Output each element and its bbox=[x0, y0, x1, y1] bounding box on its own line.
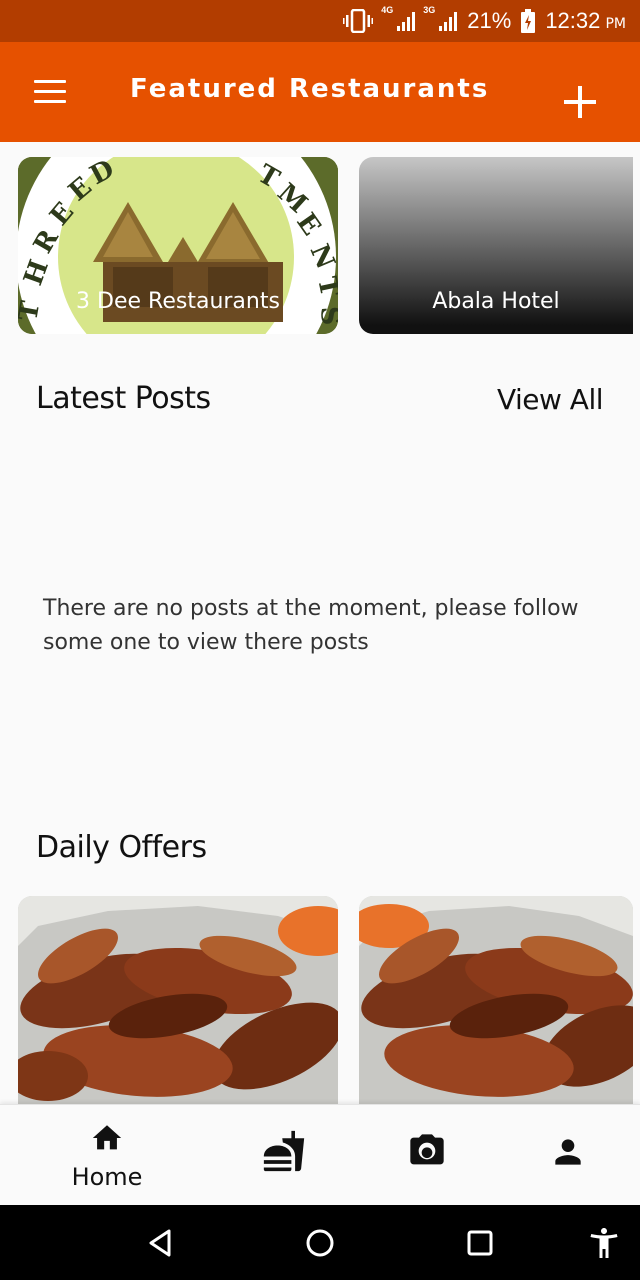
nav-camera[interactable] bbox=[347, 1105, 507, 1206]
accessibility-icon[interactable] bbox=[586, 1223, 622, 1263]
back-icon[interactable] bbox=[145, 1223, 175, 1263]
offer-card[interactable] bbox=[18, 896, 338, 1104]
battery-charging-icon bbox=[521, 9, 536, 33]
home-icon bbox=[92, 1125, 122, 1150]
person-icon bbox=[555, 1139, 581, 1165]
signal-3g-icon: 3G bbox=[423, 5, 458, 31]
recents-icon[interactable] bbox=[464, 1223, 496, 1263]
restaurant-name: Abala Hotel bbox=[432, 289, 560, 314]
nav-home[interactable]: Home bbox=[27, 1105, 187, 1206]
view-all-link[interactable]: View All bbox=[497, 383, 604, 416]
latest-posts-heading: Latest Posts bbox=[36, 381, 211, 416]
restaurant-card-abala[interactable]: Abala Hotel bbox=[359, 157, 633, 334]
signal-4g-icon: 4G bbox=[381, 5, 416, 31]
hamburger-menu-icon[interactable] bbox=[34, 80, 66, 104]
restaurant-card-3-dee[interactable]: T H R E E D T M E N T S 3 Dee Restaurant… bbox=[18, 157, 338, 334]
camera-icon bbox=[410, 1134, 444, 1165]
page-title: Featured Restaurants bbox=[130, 74, 490, 104]
restaurant-name: 3 Dee Restaurants bbox=[76, 289, 280, 314]
offer-card[interactable] bbox=[359, 896, 633, 1104]
bottom-navigation: Home bbox=[0, 1104, 640, 1205]
app-bar: Featured Restaurants bbox=[0, 42, 640, 142]
clock: 12:32 PM bbox=[545, 8, 626, 33]
grilled-chicken-image bbox=[18, 896, 338, 1104]
daily-offers-heading: Daily Offers bbox=[36, 830, 207, 865]
battery-percent: 21% bbox=[467, 8, 512, 33]
system-navigation-bar bbox=[0, 1205, 640, 1280]
status-bar: 4G 3G 21% 12:32 PM bbox=[0, 0, 640, 42]
nav-profile[interactable] bbox=[488, 1105, 640, 1206]
nav-home-label: Home bbox=[71, 1163, 143, 1191]
fastfood-icon bbox=[263, 1130, 305, 1172]
vibrate-icon bbox=[343, 9, 374, 33]
home-circle-icon[interactable] bbox=[304, 1223, 336, 1263]
nav-restaurants[interactable] bbox=[204, 1105, 364, 1206]
empty-posts-message: There are no posts at the moment, please… bbox=[43, 596, 579, 655]
grilled-chicken-image bbox=[359, 896, 633, 1104]
add-icon[interactable] bbox=[562, 84, 598, 120]
